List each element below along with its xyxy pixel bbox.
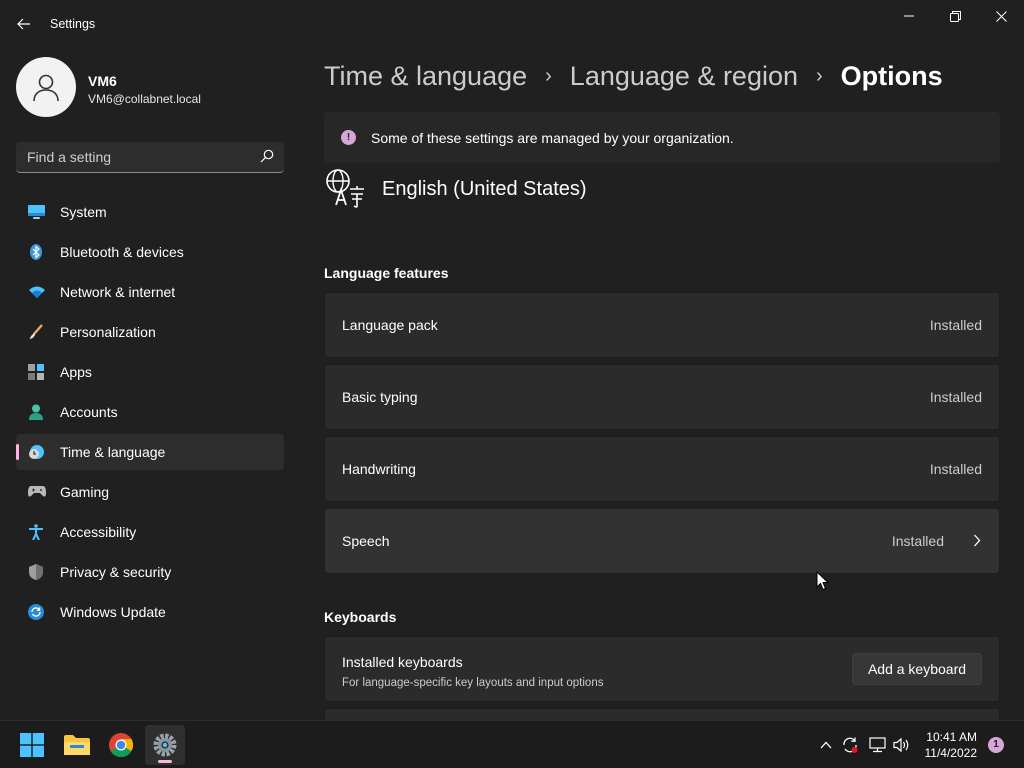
volume-tray-button[interactable]: [893, 736, 911, 754]
wifi-icon: [28, 284, 45, 300]
update-icon: [28, 604, 44, 620]
file-explorer-button[interactable]: [57, 725, 97, 765]
search-box: [16, 142, 284, 173]
back-arrow-icon: [17, 18, 30, 30]
brush-icon: [28, 324, 44, 340]
settings-icon: [153, 733, 177, 757]
globe-clock-icon: [28, 444, 44, 460]
page-title: Options: [840, 60, 943, 91]
account-icon: [28, 404, 44, 420]
sidebar-item-accounts[interactable]: Accounts: [16, 394, 284, 430]
maximize-button[interactable]: [932, 0, 978, 32]
language-icon: [324, 168, 366, 213]
network-tray-button[interactable]: [869, 736, 887, 754]
search-input[interactable]: [16, 142, 246, 172]
language-pack-label: Language pack: [342, 317, 438, 333]
speech-card[interactable]: Speech Installed: [324, 508, 1000, 574]
volume-icon: [893, 737, 909, 753]
installed-keyboards-label: Installed keyboards: [342, 654, 463, 670]
close-button[interactable]: [978, 0, 1024, 32]
sync-icon: [843, 737, 858, 753]
breadcrumb-time-language[interactable]: Time & language: [324, 61, 527, 92]
sidebar-item-accessibility[interactable]: Accessibility: [16, 514, 284, 550]
search-icon[interactable]: [260, 149, 274, 168]
chevron-right-icon: [973, 534, 981, 552]
basic-typing-label: Basic typing: [342, 389, 418, 405]
banner-text: Some of these settings are managed by yo…: [371, 130, 734, 146]
basic-typing-card: Basic typing Installed: [324, 364, 1000, 430]
taskbar: 10:41 AM 11/4/2022 1: [0, 720, 1024, 768]
sidebar-item-gaming[interactable]: Gaming: [16, 474, 284, 510]
sidebar-item-bluetooth[interactable]: Bluetooth & devices: [16, 234, 284, 270]
sync-tray-button[interactable]: [841, 736, 859, 754]
language-header: English (United States): [324, 166, 1000, 214]
user-name: VM6: [88, 73, 117, 89]
apps-icon: [28, 364, 44, 380]
accessibility-icon: [28, 524, 44, 541]
sidebar-item-personalization[interactable]: Personalization: [16, 314, 284, 350]
person-icon: [33, 74, 59, 102]
handwriting-card: Handwriting Installed: [324, 436, 1000, 502]
breadcrumb-separator: ›: [545, 64, 552, 87]
installed-keyboards-description: For language-specific key layouts and in…: [342, 677, 604, 689]
language-features-heading: Language features: [324, 265, 449, 281]
start-icon: [20, 733, 44, 757]
start-button[interactable]: [12, 725, 52, 765]
keyboards-heading: Keyboards: [324, 609, 397, 625]
handwriting-status: Installed: [929, 461, 982, 477]
installed-keyboards-card: Installed keyboards For language-specifi…: [324, 636, 1000, 702]
back-button[interactable]: [12, 12, 36, 36]
avatar: [16, 57, 76, 117]
speech-status: Installed: [891, 533, 944, 549]
sidebar-item-network[interactable]: Network & internet: [16, 274, 284, 310]
chevron-up-icon: [820, 741, 832, 749]
main-content: ! Some of these settings are managed by …: [324, 112, 1000, 720]
taskbar-clock[interactable]: 10:41 AM 11/4/2022: [925, 729, 978, 761]
system-monitor-icon: [28, 204, 45, 220]
user-email: VM6@collabnet.local: [88, 92, 201, 106]
sidebar-item-time-language[interactable]: Time & language: [16, 434, 284, 470]
show-hidden-icons-button[interactable]: [817, 736, 835, 754]
breadcrumb-language-region[interactable]: Language & region: [570, 61, 798, 92]
clock-date: 11/4/2022: [924, 746, 978, 760]
minimize-icon: [904, 15, 914, 17]
breadcrumb-separator: ›: [816, 64, 823, 87]
chrome-icon: [109, 733, 133, 757]
add-keyboard-button[interactable]: Add a keyboard: [852, 653, 982, 685]
language-name: English (United States): [382, 178, 587, 200]
controller-icon: [28, 484, 46, 500]
notification-badge[interactable]: 1: [988, 737, 1004, 753]
title-bar: Settings: [0, 0, 1024, 48]
basic-typing-status: Installed: [929, 389, 982, 405]
sidebar-item-system[interactable]: System: [16, 194, 284, 230]
settings-taskbar-button[interactable]: [145, 725, 185, 765]
language-pack-status: Installed: [929, 317, 982, 333]
close-icon: [995, 10, 1007, 22]
sidebar-item-apps[interactable]: Apps: [16, 354, 284, 390]
app-title: Settings: [50, 17, 96, 31]
minimize-button[interactable]: [886, 0, 932, 32]
speech-label: Speech: [342, 533, 390, 549]
clock-time: 10:41 AM: [926, 730, 977, 744]
network-icon: [869, 737, 886, 753]
chrome-button[interactable]: [101, 725, 141, 765]
managed-by-org-banner: ! Some of these settings are managed by …: [324, 112, 1000, 163]
handwriting-label: Handwriting: [342, 461, 416, 477]
bluetooth-icon: [28, 244, 44, 260]
next-card: [324, 708, 1000, 720]
restore-icon: [949, 10, 961, 22]
shield-icon: [28, 564, 44, 580]
file-explorer-icon: [64, 735, 90, 755]
user-profile[interactable]: VM6 VM6@collabnet.local: [16, 57, 286, 117]
sidebar-nav: System Bluetooth & devices Network & int…: [16, 194, 284, 634]
breadcrumb: Time & language › Language & region › Op…: [324, 58, 943, 94]
language-pack-card: Language pack Installed: [324, 292, 1000, 358]
info-icon: !: [341, 130, 356, 145]
sidebar-item-privacy[interactable]: Privacy & security: [16, 554, 284, 590]
sidebar-item-windows-update[interactable]: Windows Update: [16, 594, 284, 630]
mouse-cursor-icon: [816, 570, 830, 596]
